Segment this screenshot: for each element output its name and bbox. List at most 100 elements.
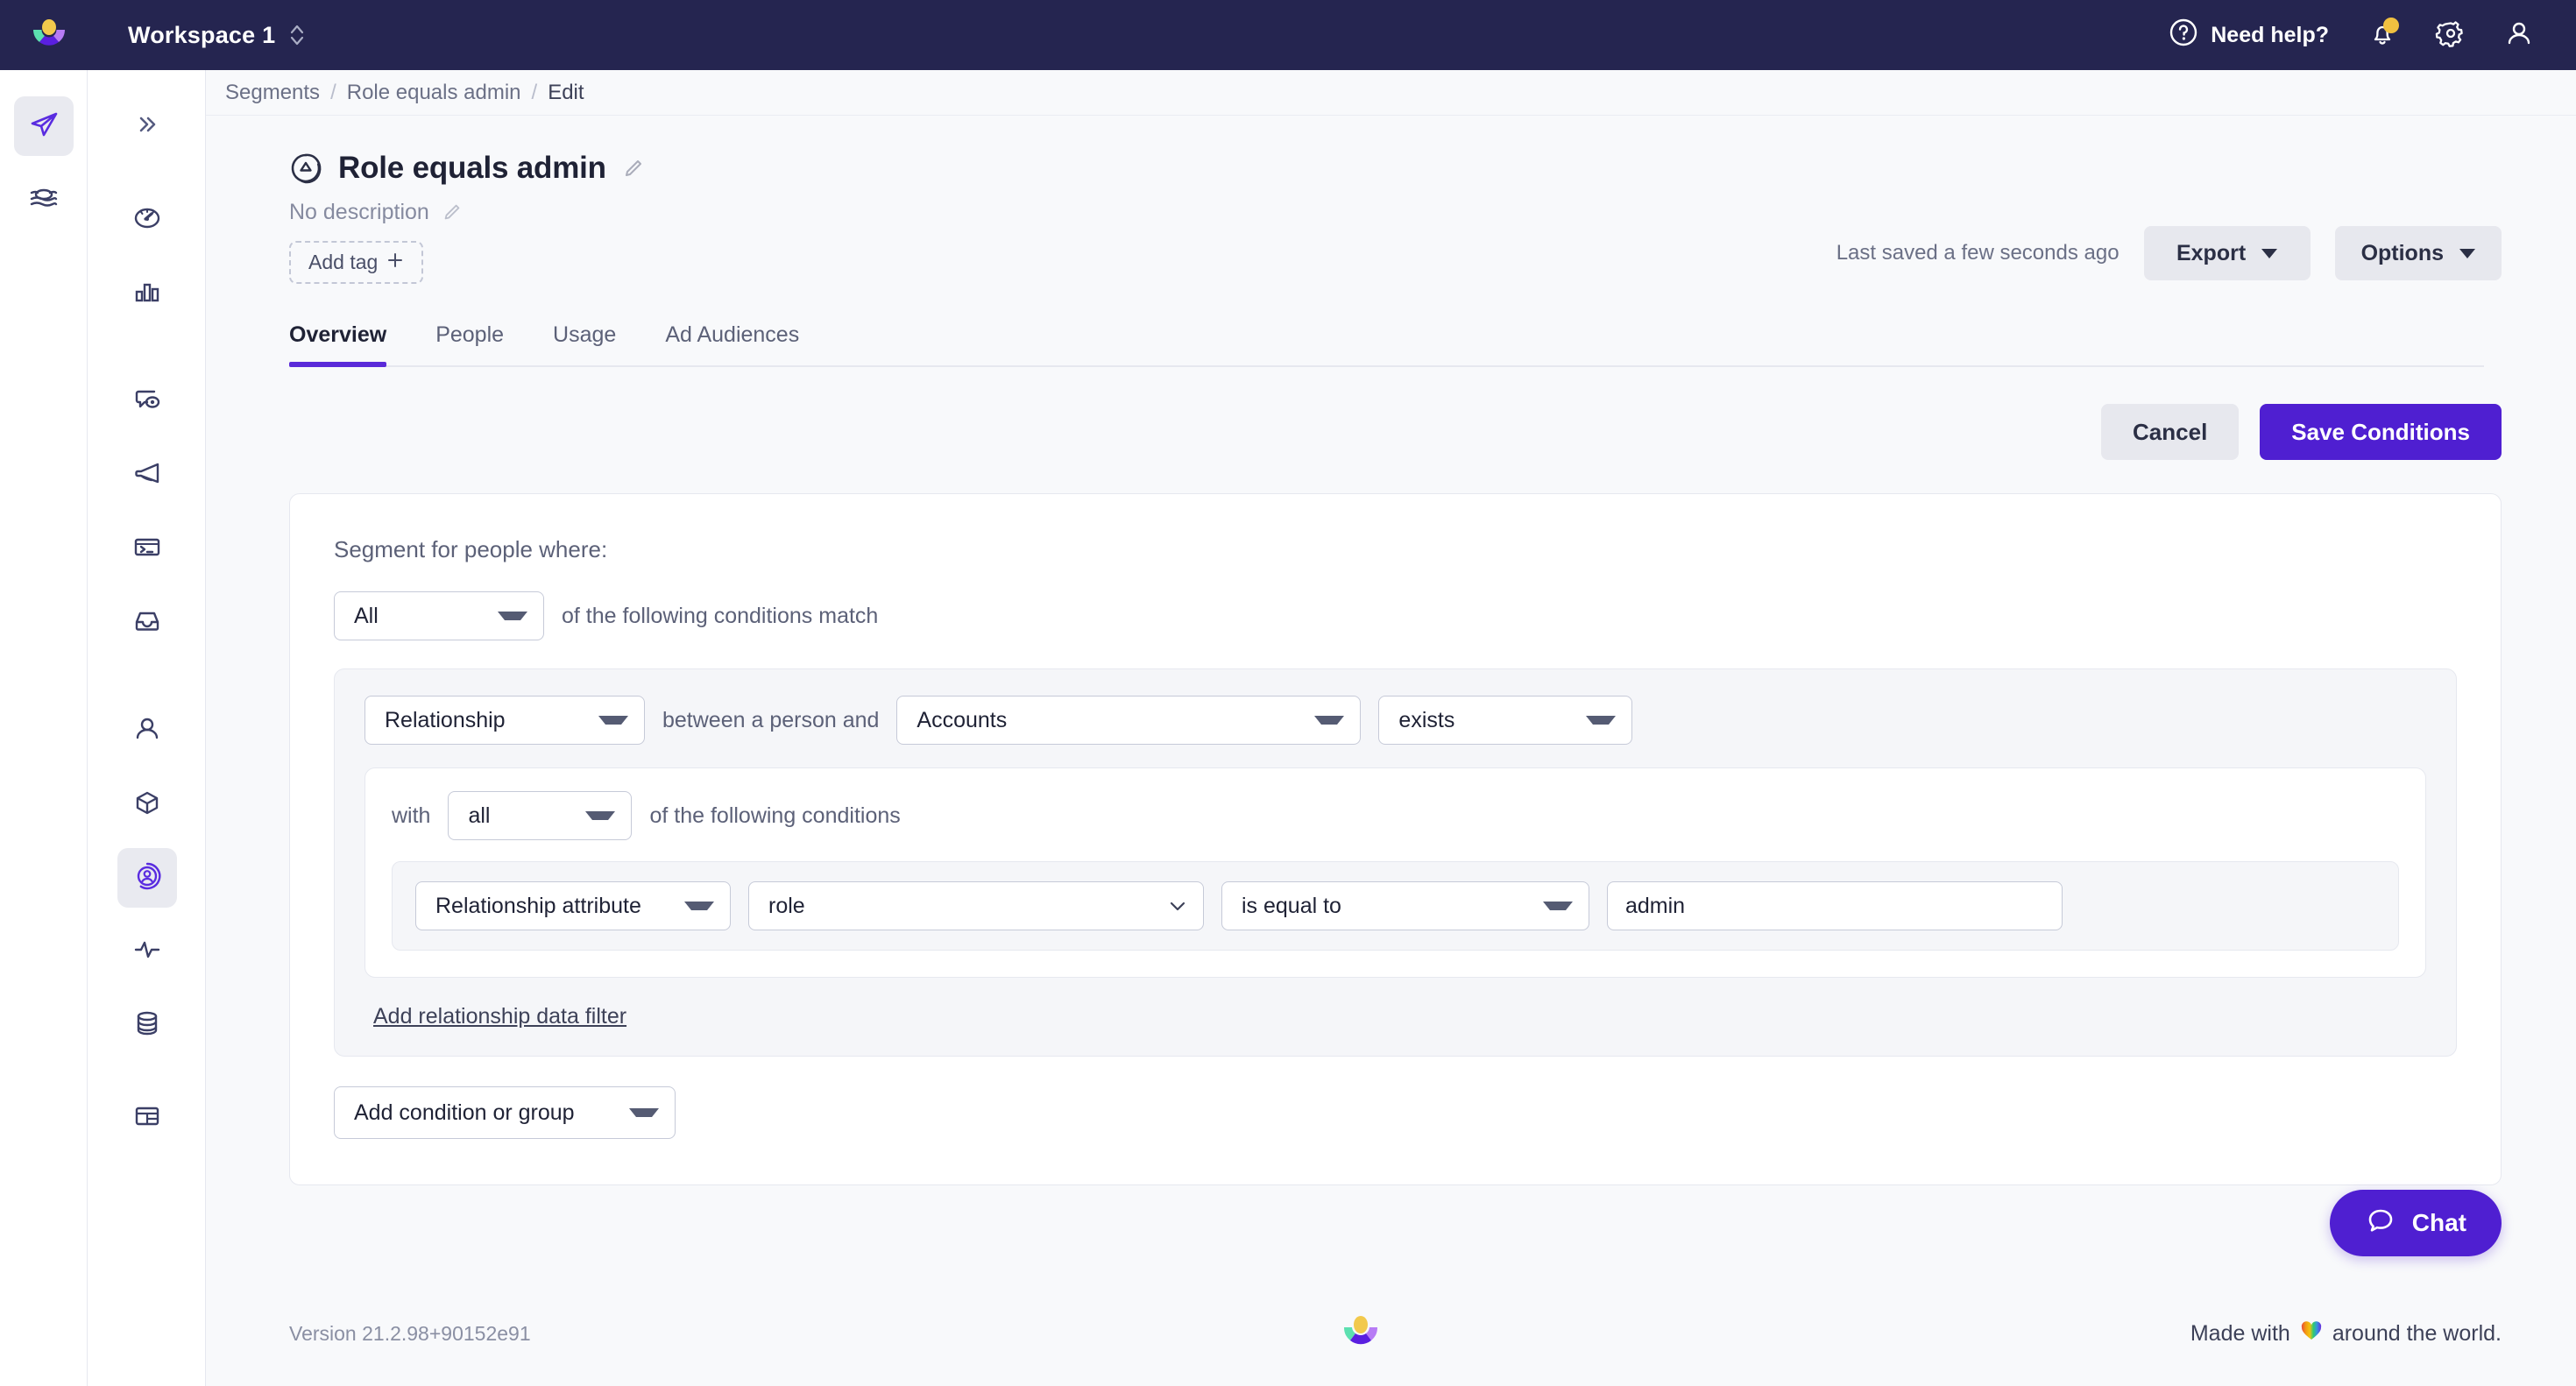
tab-bar: Overview People Usage Ad Audiences: [289, 322, 2484, 367]
top-bar-right: Need help?: [2149, 1, 2576, 69]
sidebar-item-dashboard[interactable]: [117, 189, 177, 249]
sidebar-collapse-button[interactable]: [117, 96, 177, 156]
paper-plane-icon: [26, 107, 61, 146]
chevron-down-icon: [2261, 248, 2278, 258]
attribute-type-value: Relationship attribute: [435, 893, 641, 918]
segment-intro-label: Segment for people where:: [334, 536, 608, 562]
top-bar: Workspace 1 Need help?: [0, 0, 2576, 70]
gauge-icon: [130, 200, 165, 239]
relationship-filter-row: Relationship attribute role is equal to …: [415, 881, 2375, 930]
tab-people[interactable]: People: [411, 322, 528, 365]
saved-status: Last saved a few seconds ago: [1836, 241, 2120, 265]
description-row: No description: [289, 200, 2576, 225]
need-help-button[interactable]: Need help?: [2149, 18, 2348, 53]
pulse-icon: [130, 932, 165, 972]
comparator-select[interactable]: is equal to: [1221, 881, 1589, 930]
action-row: Cancel Save Conditions: [206, 404, 2502, 460]
chevron-down-icon: [1586, 716, 1617, 725]
sidebar-item-broadcasts[interactable]: [117, 445, 177, 505]
workspace-name[interactable]: Workspace 1: [128, 22, 275, 49]
add-tag-button[interactable]: Add tag: [289, 241, 424, 284]
condition-group: Relationship between a person and Accoun…: [334, 668, 2457, 1057]
match-suffix-label: of the following conditions match: [562, 603, 879, 628]
tab-usage[interactable]: Usage: [528, 322, 640, 365]
chevron-down-icon: [629, 1108, 659, 1117]
notifications-button[interactable]: [2348, 1, 2417, 69]
primary-sidebar: [0, 70, 88, 1386]
made-with-prefix: Made with: [2190, 1320, 2290, 1346]
sidebar-item-activity[interactable]: [117, 922, 177, 981]
account-button[interactable]: [2485, 1, 2553, 69]
sidebar-item-data-sources[interactable]: [117, 995, 177, 1055]
person-icon: [130, 711, 165, 751]
condition-type-value: Relationship: [385, 707, 506, 732]
sidebar-item-analytics[interactable]: [117, 263, 177, 322]
attribute-type-select[interactable]: Relationship attribute: [415, 881, 731, 930]
export-button[interactable]: Export: [2143, 226, 2311, 280]
sidebar-item-objects[interactable]: [117, 774, 177, 834]
sidebar-item-segments[interactable]: [117, 848, 177, 908]
cube-icon: [130, 785, 165, 824]
options-button[interactable]: Options: [2334, 226, 2502, 280]
customerio-logo[interactable]: [25, 11, 74, 60]
main-content: Segments / Role equals admin / Edit Role…: [206, 70, 2576, 1386]
customerio-mark-icon: [1335, 1308, 1386, 1359]
condition-type-select[interactable]: Relationship: [364, 696, 645, 745]
chevron-up-down-icon[interactable]: [289, 22, 305, 48]
sidebar-item-collections[interactable]: [117, 1088, 177, 1148]
save-conditions-button[interactable]: Save Conditions: [2260, 404, 2502, 460]
sidebar-item-campaigns[interactable]: [13, 96, 74, 156]
attribute-select[interactable]: role: [748, 881, 1204, 930]
add-condition-label: Add condition or group: [354, 1100, 575, 1125]
breadcrumb-item-segment-name[interactable]: Role equals admin: [347, 81, 521, 105]
chat-button[interactable]: Chat: [2329, 1190, 2502, 1256]
cancel-button[interactable]: Cancel: [2101, 404, 2240, 460]
relationship-operator-value: exists: [1398, 707, 1455, 732]
tab-ad-audiences[interactable]: Ad Audiences: [640, 322, 824, 365]
sidebar-item-inbox[interactable]: [117, 592, 177, 652]
match-type-select[interactable]: All: [334, 591, 544, 640]
database-icon: [130, 1006, 165, 1045]
add-tag-label: Add tag: [308, 251, 379, 273]
breadcrumb-item-segments[interactable]: Segments: [225, 81, 320, 105]
add-condition-or-group-select[interactable]: Add condition or group: [334, 1086, 676, 1139]
need-help-label: Need help?: [2211, 22, 2329, 47]
chevron-down-icon: [598, 716, 628, 725]
chevron-double-right-icon: [134, 111, 160, 142]
with-match-value: all: [468, 803, 491, 828]
relationship-operator-select[interactable]: exists: [1378, 696, 1633, 745]
tab-overview[interactable]: Overview: [289, 322, 411, 367]
question-circle-icon: [2169, 18, 2198, 53]
chevron-down-icon: [585, 811, 616, 820]
table-icon: [130, 1099, 165, 1138]
breadcrumb-separator: /: [531, 80, 538, 104]
segment-builder-card: Segment for people where: All of the fol…: [289, 493, 2502, 1185]
attribute-value: role: [768, 893, 805, 918]
breadcrumb-item-edit: Edit: [548, 80, 584, 104]
chevron-down-icon: [684, 902, 714, 910]
add-relationship-data-filter-link[interactable]: Add relationship data filter: [373, 1004, 626, 1029]
pencil-icon[interactable]: [442, 202, 464, 224]
sidebar-item-people[interactable]: [117, 701, 177, 760]
pencil-icon[interactable]: [622, 157, 645, 180]
relationship-condition-row: Relationship between a person and Accoun…: [364, 696, 2426, 745]
settings-button[interactable]: [2417, 1, 2485, 69]
comparator-value: is equal to: [1242, 893, 1341, 918]
segment-icon: [289, 152, 322, 185]
relationship-object-select[interactable]: Accounts: [896, 696, 1362, 745]
chat-label: Chat: [2411, 1209, 2466, 1236]
plus-icon: [386, 251, 404, 274]
match-type-value: All: [354, 603, 379, 628]
bar-chart-icon: [130, 273, 165, 313]
export-label: Export: [2176, 240, 2247, 265]
with-match-select[interactable]: all: [448, 791, 633, 840]
footer: Version 21.2.98+90152e91 Made with aroun…: [206, 1281, 2576, 1386]
relationship-subgroup: with all of the following conditions Rel…: [364, 767, 2426, 978]
secondary-sidebar: [88, 70, 206, 1386]
sidebar-item-messages[interactable]: [117, 371, 177, 431]
sidebar-item-data[interactable]: [14, 170, 74, 230]
page-title: Role equals admin: [338, 151, 606, 185]
sidebar-item-snippets[interactable]: [117, 519, 177, 578]
user-icon: [2504, 18, 2534, 53]
filter-value-input[interactable]: [1607, 881, 2063, 930]
